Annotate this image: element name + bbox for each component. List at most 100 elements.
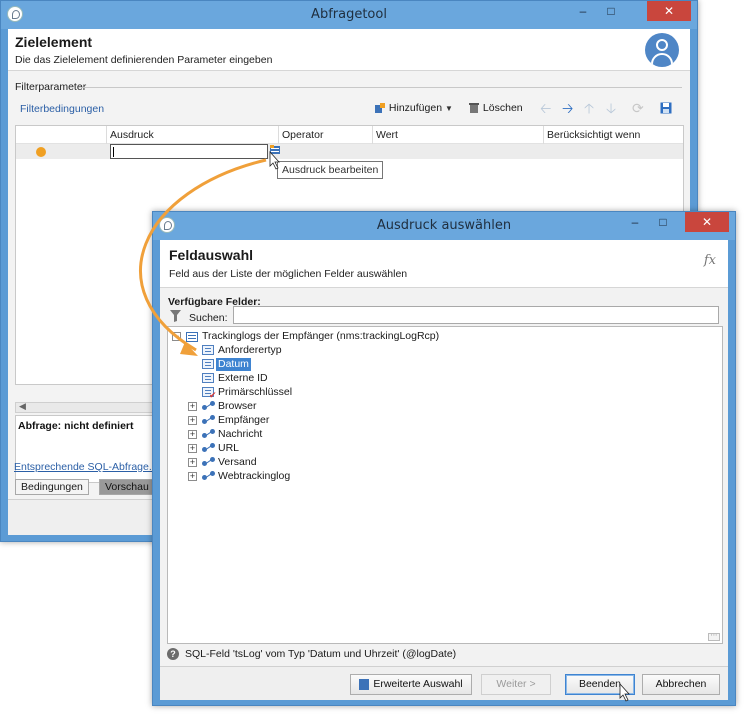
function-icon[interactable]: fx: [704, 253, 716, 268]
collapse-icon[interactable]: −: [172, 332, 181, 341]
expand-icon[interactable]: +: [188, 416, 197, 425]
titlebar[interactable]: Ausdruck auswählen – □ ✕: [153, 212, 735, 240]
header: Zielelement Die das Zielelement definier…: [8, 29, 690, 71]
search-input[interactable]: [233, 306, 719, 324]
column-divider: [278, 126, 279, 144]
avatar: [645, 33, 679, 67]
resize-grip-icon[interactable]: ⋯: [708, 632, 720, 641]
toolbar: Hinzufügen ▼ Löschen 🡠 🡢 🡡 🡣 ⟳: [368, 98, 682, 118]
page-title: Feldauswahl: [169, 247, 254, 263]
tree-field-item[interactable]: Anforderertyp: [202, 344, 322, 357]
expand-icon[interactable]: +: [188, 402, 197, 411]
tree-link-label: Webtrackinglog: [218, 470, 291, 482]
edit-expression-icon[interactable]: [270, 145, 280, 155]
link-icon: [202, 429, 215, 439]
tree-root[interactable]: − Trackinglogs der Empfänger (nms:tracki…: [172, 330, 472, 343]
tree-field-label: Datum: [216, 358, 251, 371]
expand-icon[interactable]: +: [188, 472, 197, 481]
save-icon: [660, 102, 672, 114]
tree-link-item[interactable]: + URL: [188, 442, 328, 455]
user-body-icon: [651, 53, 673, 67]
column-header-condition[interactable]: Berücksichtigt wenn: [547, 129, 640, 141]
expression-input[interactable]: [110, 144, 268, 159]
column-header-value[interactable]: Wert: [376, 129, 398, 141]
column-divider: [372, 126, 373, 144]
horizontal-scrollbar[interactable]: ◀: [15, 401, 165, 413]
table-row[interactable]: [16, 144, 683, 159]
arrow-up-icon[interactable]: 🡡: [584, 98, 594, 118]
delete-label: Löschen: [482, 102, 523, 114]
page-subtitle: Feld aus der Liste der möglichen Felder …: [169, 268, 408, 280]
tree-link-item[interactable]: + Nachricht: [188, 428, 328, 441]
tree-field-item-selected[interactable]: Datum: [202, 358, 322, 371]
close-button[interactable]: ✕: [647, 1, 691, 21]
tree-link-label: Empfänger: [218, 414, 270, 426]
tab-preview[interactable]: Vorschau: [99, 479, 155, 495]
tree-field-label: Anforderertyp: [218, 344, 282, 356]
sql-query-link[interactable]: Entsprechende SQL-Abfrage...: [14, 461, 158, 473]
link-icon: [202, 443, 215, 453]
page-title: Zielelement: [15, 34, 93, 50]
advanced-selection-button[interactable]: Erweiterte Auswahl: [350, 674, 472, 695]
arrow-left-icon[interactable]: 🡠: [540, 98, 551, 118]
tree-field-item[interactable]: ✔ Primärschlüssel: [202, 386, 322, 400]
key-icon: ✔: [209, 390, 217, 400]
column-header-operator[interactable]: Operator: [282, 129, 323, 141]
dialog-footer: Erweiterte Auswahl Weiter > Beenden Abbr…: [160, 666, 728, 700]
dropdown-icon[interactable]: ▼: [445, 104, 453, 113]
titlebar[interactable]: Abfragetool – □ ✕: [1, 1, 697, 29]
grid-header: Ausdruck Operator Wert Berücksichtigt we…: [16, 126, 683, 144]
tree-field-item[interactable]: Externe ID: [202, 372, 322, 385]
maximize-icon[interactable]: □: [597, 1, 625, 21]
section-label: Filterparameter: [15, 81, 87, 93]
refresh-icon[interactable]: ⟳: [632, 98, 644, 118]
cancel-button[interactable]: Abbrechen: [642, 674, 720, 695]
minimize-icon[interactable]: –: [569, 1, 597, 21]
tree-link-item[interactable]: + Empfänger: [188, 414, 328, 427]
tree-field-label: Primärschlüssel: [218, 386, 293, 398]
next-button[interactable]: Weiter >: [481, 674, 551, 695]
tab-conditions[interactable]: Bedingungen: [15, 479, 89, 495]
arrow-down-icon[interactable]: 🡣: [606, 98, 616, 118]
text-caret: [113, 147, 114, 157]
tree-link-item[interactable]: + Browser: [188, 400, 328, 413]
tree-root-label: Trackinglogs der Empfänger (nms:tracking…: [202, 330, 440, 342]
help-icon: ?: [167, 648, 179, 660]
tree-field-label: Externe ID: [218, 372, 268, 384]
add-button[interactable]: Hinzufügen ▼: [374, 98, 453, 118]
tree-link-label: URL: [218, 442, 240, 454]
maximize-icon[interactable]: □: [649, 212, 677, 232]
link-icon: [202, 457, 215, 467]
row-status-icon: [36, 147, 46, 157]
delete-button[interactable]: Löschen: [468, 98, 523, 118]
advanced-selection-label: Erweiterte Auswahl: [373, 678, 463, 690]
select-expression-window: Ausdruck auswählen – □ ✕ Feldauswahl Fel…: [152, 211, 736, 706]
field-icon: [202, 359, 214, 369]
header: Feldauswahl Feld aus der Liste der mögli…: [160, 240, 728, 288]
finish-button[interactable]: Beenden: [565, 674, 635, 695]
save-button[interactable]: [660, 98, 672, 118]
page-subtitle: Die das Zielelement definierenden Parame…: [15, 54, 273, 66]
expand-icon[interactable]: +: [188, 430, 197, 439]
tree-link-item[interactable]: + Versand: [188, 456, 328, 469]
info-bar: ? SQL-Feld 'tsLog' vom Typ 'Datum und Uh…: [167, 647, 721, 663]
column-header-expression[interactable]: Ausdruck: [110, 129, 154, 141]
close-button[interactable]: ✕: [685, 212, 729, 232]
scroll-left-icon[interactable]: ◀: [19, 401, 26, 412]
minimize-icon[interactable]: –: [621, 212, 649, 232]
table-icon: [186, 332, 198, 342]
trash-icon: [469, 103, 479, 114]
filter-icon: [170, 310, 181, 322]
arrow-right-icon[interactable]: 🡢: [562, 98, 573, 118]
advanced-icon: [359, 678, 370, 690]
tree-link-item[interactable]: + Webtrackinglog: [188, 470, 328, 483]
field-tree: − Trackinglogs der Empfänger (nms:tracki…: [167, 326, 723, 644]
link-icon: [202, 401, 215, 411]
field-info-text: SQL-Feld 'tsLog' vom Typ 'Datum und Uhrz…: [185, 648, 457, 660]
column-divider: [543, 126, 544, 144]
expand-icon[interactable]: +: [188, 458, 197, 467]
filter-conditions-link[interactable]: Filterbedingungen: [20, 103, 104, 115]
field-icon: [202, 345, 214, 355]
expand-icon[interactable]: +: [188, 444, 197, 453]
tree-link-label: Browser: [218, 400, 257, 412]
